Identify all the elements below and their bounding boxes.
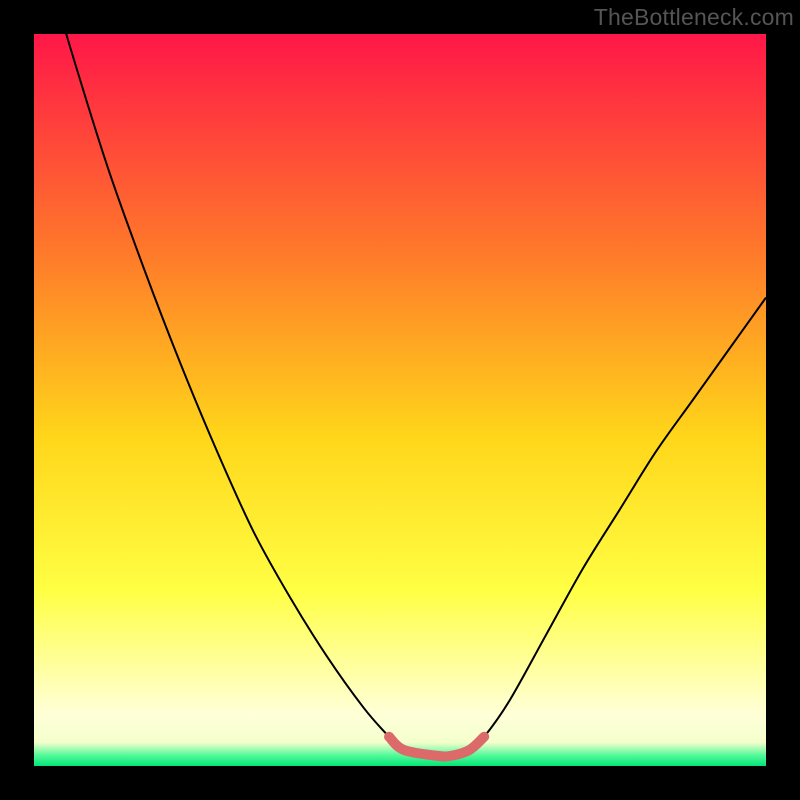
curve-layer: [34, 34, 766, 766]
optimal-segment-path: [389, 737, 484, 757]
plot-area: [34, 34, 766, 766]
chart-canvas: TheBottleneck.com: [0, 0, 800, 800]
watermark-text: TheBottleneck.com: [594, 4, 794, 31]
bottleneck-curve-path: [34, 34, 766, 756]
